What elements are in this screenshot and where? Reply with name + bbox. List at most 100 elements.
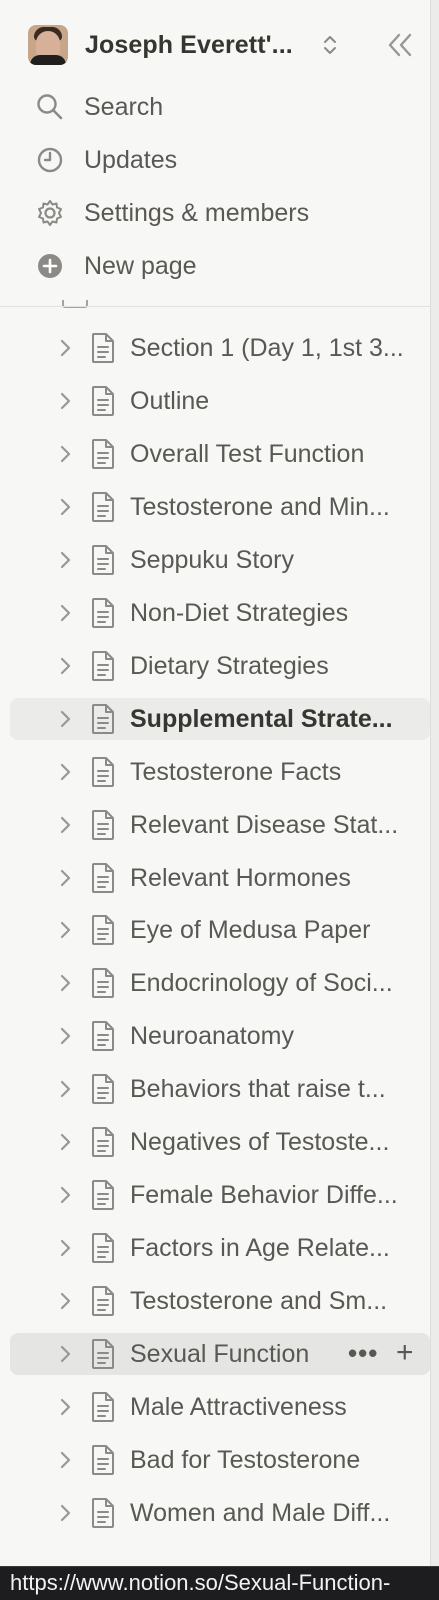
page-icon <box>90 1497 116 1529</box>
sidebar-resize-area[interactable] <box>430 0 439 1600</box>
page-icon <box>90 438 116 470</box>
page-item[interactable]: Behaviors that raise t... <box>10 1068 430 1110</box>
page-item[interactable]: Overall Test Function <box>10 433 430 475</box>
page-title: Testosterone and Min... <box>130 492 390 521</box>
page-item[interactable]: Testosterone and Min... <box>10 486 430 528</box>
page-title: Neuroanatomy <box>130 1022 294 1051</box>
chevron-right-icon[interactable] <box>57 1130 73 1154</box>
page-item[interactable]: Outline <box>10 380 430 422</box>
page-item[interactable]: Dietary Strategies <box>10 645 430 687</box>
page-item[interactable]: Non-Diet Strategies <box>10 592 430 634</box>
page-item[interactable]: Eye of Medusa Paper <box>10 909 430 951</box>
page-item[interactable]: Relevant Hormones <box>10 857 430 899</box>
page-title: Behaviors that raise t... <box>130 1075 386 1104</box>
chevron-right-icon[interactable] <box>57 1342 73 1366</box>
page-item[interactable]: Section 1 (Day 1, 1st 3... <box>10 327 430 369</box>
collapse-sidebar-icon[interactable] <box>384 31 416 59</box>
nav-settings-label: Settings & members <box>84 198 310 227</box>
chevron-right-icon[interactable] <box>57 389 73 413</box>
page-item[interactable]: Sexual Function ••• + <box>10 1333 430 1376</box>
avatar <box>28 25 68 65</box>
page-title: Non-Diet Strategies <box>130 598 349 627</box>
page-item[interactable]: Testosterone Facts <box>10 751 430 793</box>
page-item[interactable]: Supplemental Strate... <box>10 697 430 740</box>
page-title: Testosterone Facts <box>130 757 342 786</box>
add-subpage-button[interactable]: + <box>396 1338 422 1369</box>
page-title: Testosterone and Sm... <box>130 1287 388 1316</box>
page-item[interactable]: Factors in Age Relate... <box>10 1227 430 1269</box>
page-title: Dietary Strategies <box>130 651 329 680</box>
chevron-right-icon[interactable] <box>57 918 73 942</box>
page-icon <box>90 914 116 946</box>
chevron-right-icon[interactable] <box>57 707 73 731</box>
page-title: Relevant Hormones <box>130 863 351 892</box>
page-icon <box>90 1073 116 1105</box>
workspace-name: Joseph Everett'... <box>85 30 293 59</box>
page-item[interactable]: Neuroanatomy <box>10 1015 430 1057</box>
chevron-right-icon[interactable] <box>57 1395 73 1419</box>
page-icon <box>90 1020 116 1052</box>
chevron-right-icon[interactable] <box>57 495 73 519</box>
chevron-right-icon[interactable] <box>57 1448 73 1472</box>
chevron-right-icon[interactable] <box>57 1024 73 1048</box>
chevron-right-icon[interactable] <box>57 866 73 890</box>
page-icon <box>90 385 116 417</box>
chevron-right-icon[interactable] <box>57 971 73 995</box>
search-icon <box>34 91 66 123</box>
chevron-right-icon[interactable] <box>57 1236 73 1260</box>
page-title: Eye of Medusa Paper <box>130 916 371 945</box>
chevron-right-icon[interactable] <box>57 1289 73 1313</box>
chevron-right-icon[interactable] <box>57 813 73 837</box>
chevron-right-icon[interactable] <box>57 442 73 466</box>
page-item[interactable]: Women and Male Diff... <box>10 1492 430 1534</box>
status-url-text: https://www.notion.so/Sexual-Function- <box>10 1570 391 1595</box>
page-icon <box>90 862 116 894</box>
nav-new-page[interactable]: New page <box>34 244 414 288</box>
page-icon <box>90 491 116 523</box>
page-item[interactable]: Relevant Disease Stat... <box>10 804 430 846</box>
page-item[interactable]: Negatives of Testoste... <box>10 1121 430 1163</box>
page-title: Female Behavior Diffe... <box>130 1181 398 1210</box>
page-icon <box>90 1391 116 1423</box>
sidebar-divider <box>0 306 430 307</box>
page-icon <box>90 703 116 735</box>
page-icon <box>90 1232 116 1264</box>
page-title: Women and Male Diff... <box>130 1498 391 1527</box>
page-title: Sexual Function <box>130 1340 310 1369</box>
page-item[interactable]: Seppuku Story <box>10 539 430 581</box>
page-icon <box>90 1444 116 1476</box>
nav-new-page-label: New page <box>84 251 197 280</box>
page-icon <box>90 756 116 788</box>
chevron-right-icon[interactable] <box>57 760 73 784</box>
page-icon <box>90 544 116 576</box>
page-icon <box>90 1338 116 1370</box>
sidebar-border <box>430 0 431 1600</box>
page-item[interactable]: Male Attractiveness <box>10 1386 430 1428</box>
page-title: Factors in Age Relate... <box>130 1234 390 1263</box>
nav-settings[interactable]: Settings & members <box>34 191 414 235</box>
page-title: Section 1 (Day 1, 1st 3... <box>130 334 404 362</box>
chevron-right-icon[interactable] <box>57 601 73 625</box>
page-item[interactable]: Testosterone and Sm... <box>10 1280 430 1322</box>
more-options-button[interactable]: ••• <box>348 1339 380 1369</box>
page-icon <box>90 1285 116 1317</box>
chevron-right-icon[interactable] <box>57 548 73 572</box>
chevron-right-icon[interactable] <box>57 1501 73 1525</box>
nav-search[interactable]: Search <box>34 85 414 129</box>
chevron-right-icon[interactable] <box>57 654 73 678</box>
gear-icon <box>34 197 66 229</box>
page-title: Endocrinology of Soci... <box>130 969 393 998</box>
page-title: Seppuku Story <box>130 545 294 574</box>
page-item[interactable]: Bad for Testosterone <box>10 1439 430 1481</box>
workspace-switcher[interactable]: Joseph Everett'... <box>28 24 428 66</box>
chevron-up-down-icon[interactable] <box>320 33 340 57</box>
chevron-right-icon[interactable] <box>57 1183 73 1207</box>
nav-updates[interactable]: Updates <box>34 138 414 182</box>
page-icon <box>90 597 116 629</box>
page-item[interactable]: Endocrinology of Soci... <box>10 962 430 1004</box>
page-item[interactable]: Female Behavior Diffe... <box>10 1174 430 1216</box>
chevron-right-icon[interactable] <box>57 336 73 360</box>
page-title: Negatives of Testoste... <box>130 1128 390 1157</box>
clock-icon <box>34 144 66 176</box>
chevron-right-icon[interactable] <box>57 1077 73 1101</box>
